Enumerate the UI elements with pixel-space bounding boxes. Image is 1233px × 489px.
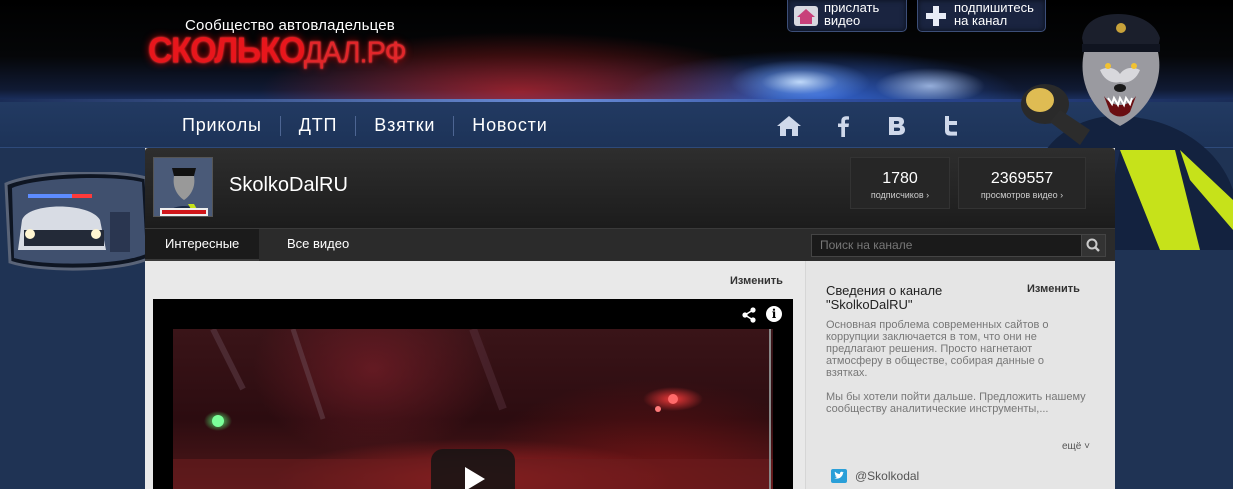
share-icon[interactable]	[741, 307, 757, 323]
site-logo[interactable]: Сообщество автовладельцев СКОЛЬКОДАЛ.РФ	[148, 14, 418, 72]
subscribers-label: подписчиков ›	[870, 190, 930, 200]
police-car-mirror	[4, 172, 150, 271]
nav-item-bribes[interactable]: Взятки	[374, 115, 435, 136]
views-label: просмотров видео ›	[980, 190, 1064, 200]
channel-name[interactable]: SkolkoDalRU	[229, 174, 348, 197]
nav-links: Приколы ДТП Взятки Новости	[182, 115, 548, 136]
subscribers-stat[interactable]: 1780 подписчиков ›	[850, 157, 950, 209]
twitter-handle: @Skolkodal	[855, 469, 920, 483]
more-link[interactable]: ещё ˅	[1062, 441, 1090, 452]
nav-divider	[453, 115, 455, 136]
tab-featured[interactable]: Интересные	[145, 229, 260, 262]
nav-item-accidents[interactable]: ДТП	[299, 115, 338, 136]
subscribers-count: 1780	[882, 170, 918, 187]
channel-avatar[interactable]	[153, 157, 213, 217]
plus-icon	[926, 6, 946, 26]
twitter-link[interactable]: @Skolkodal	[831, 469, 919, 483]
send-video-button[interactable]: прислать видео	[787, 0, 907, 32]
channel-header: SkolkoDalRU 1780 подписчиков › 2369557 п…	[145, 148, 1115, 228]
search-icon	[1086, 238, 1100, 252]
nav-item-pranks[interactable]: Приколы	[182, 115, 262, 136]
twitter-icon[interactable]	[936, 114, 962, 138]
about-paragraph: Основная проблема современных сайтов о к…	[826, 319, 1049, 379]
nav-divider	[279, 115, 281, 136]
edit-featured-link[interactable]: Изменить	[730, 275, 783, 287]
about-section: Сведения о канале "SkolkoDalRU" Изменить…	[805, 261, 1115, 489]
logo-wordmark-bold: СКОЛЬКО	[148, 31, 305, 71]
video-player[interactable]: i	[153, 299, 793, 489]
about-title: Сведения о канале "SkolkoDalRU"	[826, 283, 943, 312]
search-button[interactable]	[1081, 234, 1106, 257]
vkontakte-icon[interactable]	[884, 114, 910, 138]
logo-wordmark: СКОЛЬКОДАЛ.РФ	[148, 31, 407, 72]
home-icon[interactable]	[776, 114, 802, 138]
logo-wordmark-thin: ДАЛ.РФ	[303, 36, 407, 70]
about-paragraph: Мы бы хотели пойти дальше. Предложить на…	[826, 391, 1086, 415]
nav-item-news[interactable]: Новости	[472, 115, 547, 136]
info-icon[interactable]: i	[766, 306, 782, 322]
channel-search-input[interactable]: Поиск на канале	[811, 234, 1083, 257]
wolf-avatar-icon	[154, 158, 212, 216]
play-button[interactable]	[431, 449, 515, 489]
house-upload-icon	[794, 6, 818, 26]
channel-tabs: Интересные Все видео Поиск на канале	[145, 228, 1115, 262]
nav-divider	[355, 115, 357, 136]
featured-section: Изменить i	[145, 261, 801, 489]
play-icon	[465, 467, 485, 489]
views-count: 2369557	[990, 170, 1054, 187]
channel-panel: SkolkoDalRU 1780 подписчиков › 2369557 п…	[145, 148, 1115, 489]
send-video-line2: видео	[824, 13, 861, 28]
views-stat[interactable]: 2369557 просмотров видео ›	[958, 157, 1086, 209]
edit-about-link[interactable]: Изменить	[1027, 283, 1080, 295]
facebook-icon[interactable]	[830, 114, 856, 138]
tab-all-videos[interactable]: Все видео	[267, 229, 369, 262]
twitter-bird-icon	[831, 469, 847, 483]
